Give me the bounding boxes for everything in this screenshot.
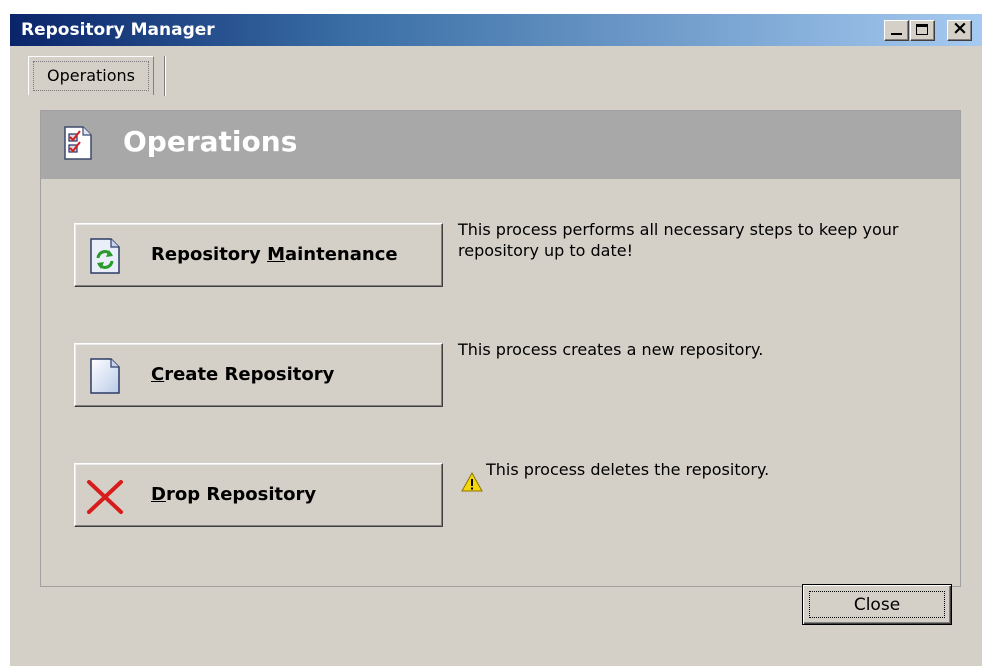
repository-maintenance-description: This process performs all necessary step…	[458, 220, 899, 260]
checklist-document-icon	[64, 126, 92, 160]
create-repository-button[interactable]: Create Repository	[74, 343, 443, 407]
create-repository-description: This process creates a new repository.	[458, 340, 764, 359]
minimize-icon	[891, 33, 902, 35]
delete-x-icon	[87, 480, 123, 514]
window-close-button[interactable]: ×	[947, 17, 972, 41]
repository-maintenance-button[interactable]: Repository Maintenance	[74, 223, 443, 287]
refresh-document-icon	[90, 238, 120, 274]
repository-maintenance-label: Repository Maintenance	[151, 244, 398, 265]
maximize-icon	[916, 24, 928, 35]
close-button[interactable]: Close	[802, 584, 952, 625]
maximize-button[interactable]	[910, 20, 935, 41]
create-repository-label: Create Repository	[151, 364, 335, 385]
panel-header: Operations	[41, 111, 960, 179]
tab-operations[interactable]: Operations	[28, 56, 154, 95]
tab-operations-label: Operations	[47, 66, 135, 85]
operations-panel: Operations Repository Maintenance This p…	[40, 110, 961, 587]
drop-repository-button[interactable]: Drop Repository	[74, 463, 443, 527]
drop-repository-description: This process deletes the repository.	[486, 460, 770, 479]
close-button-label: Close	[853, 595, 901, 615]
drop-repository-label: Drop Repository	[151, 484, 317, 505]
tab-strip-separator	[164, 56, 166, 96]
title-bar[interactable]: Repository Manager ×	[10, 14, 982, 46]
panel-title: Operations	[123, 125, 298, 158]
minimize-button[interactable]	[884, 20, 909, 41]
new-document-icon	[90, 358, 120, 394]
close-icon: ×	[952, 17, 968, 39]
window-title: Repository Manager	[21, 20, 215, 40]
warning-icon	[461, 471, 483, 492]
